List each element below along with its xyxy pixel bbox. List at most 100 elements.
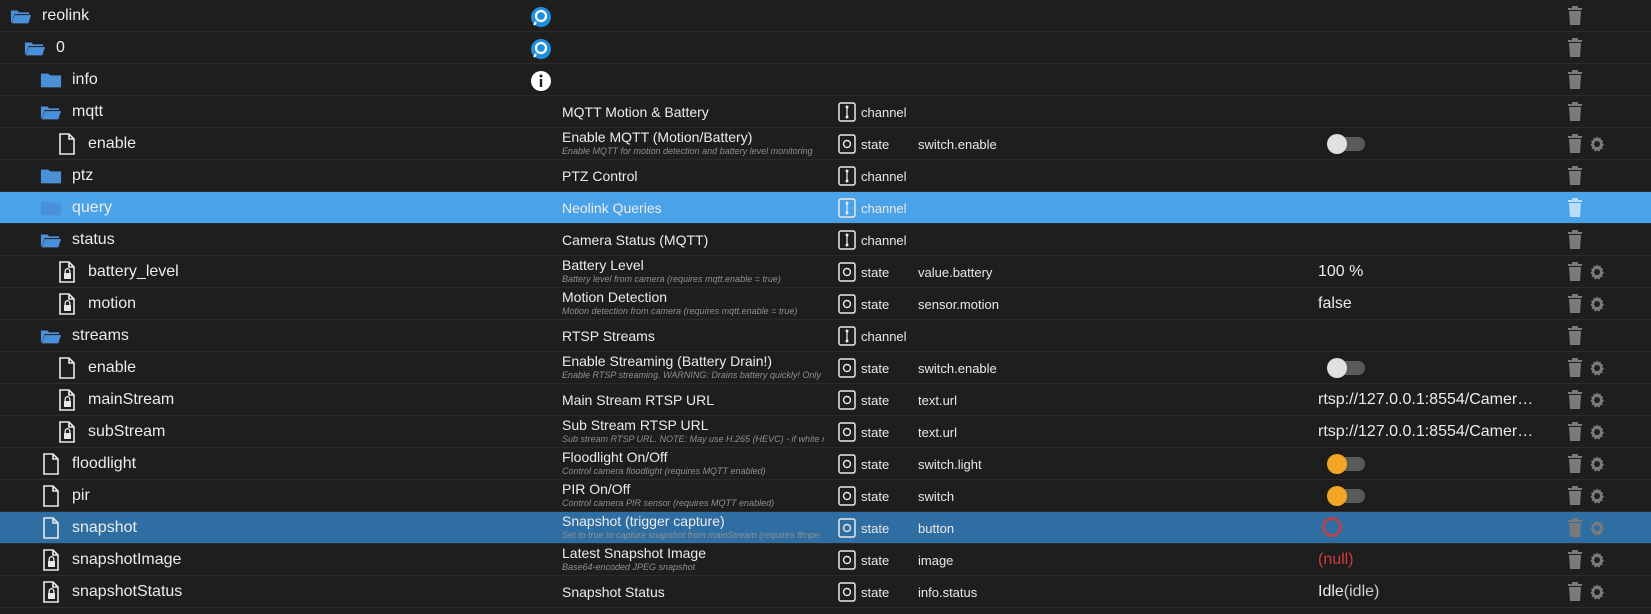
object-id: query	[72, 199, 113, 216]
state-icon	[838, 294, 856, 314]
object-role: switch.enable	[918, 137, 997, 152]
delete-icon[interactable]	[1567, 326, 1583, 346]
object-type: channel	[861, 169, 907, 184]
settings-gear-icon[interactable]	[1587, 422, 1607, 442]
delete-icon[interactable]	[1567, 166, 1583, 186]
value-text: 100 %	[1318, 263, 1364, 280]
tree-row[interactable]: pir PIR On/Off Control camera PIR sensor (…	[0, 480, 1651, 512]
delete-icon[interactable]	[1567, 294, 1583, 314]
delete-icon[interactable]	[1567, 390, 1583, 410]
object-value[interactable]: 100 %	[1318, 263, 1363, 281]
object-value[interactable]: rtsp://127.0.0.1:8554/Camera...	[1318, 391, 1538, 409]
settings-gear-icon[interactable]	[1587, 550, 1607, 570]
settings-gear-icon[interactable]	[1587, 518, 1607, 538]
delete-icon[interactable]	[1567, 486, 1583, 506]
file-lock-icon[interactable]	[58, 421, 76, 443]
delete-icon[interactable]	[1567, 102, 1583, 122]
tree-row[interactable]: floodlight Floodlight On/Off Control camer…	[0, 448, 1651, 480]
settings-gear-icon[interactable]	[1587, 134, 1607, 154]
object-id: snapshotStatus	[72, 583, 183, 600]
settings-gear-icon[interactable]	[1587, 582, 1607, 602]
delete-icon[interactable]	[1567, 582, 1583, 602]
delete-icon[interactable]	[1567, 198, 1583, 218]
delete-icon[interactable]	[1567, 134, 1583, 154]
delete-icon[interactable]	[1567, 70, 1583, 90]
delete-icon[interactable]	[1567, 230, 1583, 250]
folder-icon[interactable]	[40, 167, 62, 185]
value-toggle[interactable]	[1327, 454, 1365, 474]
object-type: state	[861, 457, 890, 472]
delete-icon[interactable]	[1567, 518, 1583, 538]
delete-icon[interactable]	[1567, 6, 1583, 26]
object-id: mainStream	[88, 391, 175, 408]
delete-icon[interactable]	[1567, 358, 1583, 378]
object-id: snapshot	[72, 519, 137, 536]
object-value[interactable]: Idle(idle)	[1318, 583, 1379, 601]
delete-icon[interactable]	[1567, 454, 1583, 474]
file-lock-icon[interactable]	[42, 549, 60, 571]
settings-gear-icon[interactable]	[1587, 454, 1607, 474]
value-toggle[interactable]	[1327, 358, 1365, 378]
object-role: button	[918, 521, 955, 536]
channel-icon	[838, 326, 856, 346]
toggle-knob	[1327, 454, 1347, 474]
delete-icon[interactable]	[1567, 422, 1583, 442]
file-icon[interactable]	[58, 357, 76, 379]
tree-row[interactable]: enable Enable Streaming (Battery Drain!) E…	[0, 352, 1651, 384]
tree-row[interactable]: snapshotStatus Snapshot Status state info.s…	[0, 576, 1651, 608]
tree-row[interactable]: query Neolink Queries channel	[0, 192, 1651, 224]
tree-row[interactable]: 0	[0, 32, 1651, 64]
tree-row[interactable]: subStream Sub Stream RTSP URL Sub stream R…	[0, 416, 1651, 448]
delete-icon[interactable]	[1567, 550, 1583, 570]
folder-open-icon[interactable]	[24, 39, 46, 57]
object-value[interactable]: (null)	[1318, 551, 1354, 569]
folder-open-icon[interactable]	[40, 103, 62, 121]
settings-gear-icon[interactable]	[1587, 486, 1607, 506]
info-icon	[530, 70, 552, 92]
value-text: rtsp://127.0.0.1:8554/Camera...	[1318, 391, 1538, 408]
settings-gear-icon[interactable]	[1587, 294, 1607, 314]
file-icon[interactable]	[42, 485, 60, 507]
file-icon[interactable]	[58, 133, 76, 155]
folder-icon[interactable]	[40, 199, 62, 217]
tree-row[interactable]: snapshot Snapshot (trigger capture) Set to…	[0, 512, 1651, 544]
tree-row[interactable]: mqtt MQTT Motion & Battery channel	[0, 96, 1651, 128]
folder-icon[interactable]	[40, 71, 62, 89]
tree-row[interactable]: mainStream Main Stream RTSP URL state text.…	[0, 384, 1651, 416]
object-id: motion	[88, 295, 137, 312]
file-lock-icon[interactable]	[58, 261, 76, 283]
tree-row[interactable]: reolink	[0, 0, 1651, 32]
object-name: PIR On/Off	[562, 481, 631, 497]
tree-row[interactable]: status Camera Status (MQTT) channel	[0, 224, 1651, 256]
tree-row[interactable]: info	[0, 64, 1651, 96]
settings-gear-icon[interactable]	[1587, 358, 1607, 378]
delete-icon[interactable]	[1567, 262, 1583, 282]
object-name: Floodlight On/Off	[562, 449, 668, 465]
file-icon[interactable]	[42, 453, 60, 475]
tree-row[interactable]: streams RTSP Streams channel	[0, 320, 1651, 352]
value-text: Idle	[1318, 583, 1344, 600]
folder-open-icon[interactable]	[10, 7, 32, 25]
settings-gear-icon[interactable]	[1587, 390, 1607, 410]
object-name: Snapshot (trigger capture)	[562, 513, 725, 529]
value-toggle[interactable]	[1327, 134, 1365, 154]
object-value[interactable]: rtsp://127.0.0.1:8554/Camera...	[1318, 423, 1538, 441]
value-toggle[interactable]	[1327, 486, 1365, 506]
object-id: reolink	[42, 7, 90, 24]
tree-row[interactable]: ptz PTZ Control channel	[0, 160, 1651, 192]
tree-row[interactable]: motion Motion Detection Motion detection f…	[0, 288, 1651, 320]
folder-open-icon[interactable]	[40, 231, 62, 249]
file-lock-icon[interactable]	[58, 293, 76, 315]
tree-row[interactable]: snapshotImage Latest Snapshot Image Base64…	[0, 544, 1651, 576]
trigger-button[interactable]	[1322, 517, 1342, 537]
tree-row[interactable]: enable Enable MQTT (Motion/Battery) Enable…	[0, 128, 1651, 160]
delete-icon[interactable]	[1567, 38, 1583, 58]
folder-open-icon[interactable]	[40, 327, 62, 345]
object-value[interactable]: false	[1318, 295, 1352, 313]
settings-gear-icon[interactable]	[1587, 262, 1607, 282]
file-lock-icon[interactable]	[42, 581, 60, 603]
tree-row[interactable]: battery_level Battery Level Battery level …	[0, 256, 1651, 288]
object-id: 0	[56, 39, 65, 56]
file-icon[interactable]	[42, 517, 60, 539]
file-lock-icon[interactable]	[58, 389, 76, 411]
